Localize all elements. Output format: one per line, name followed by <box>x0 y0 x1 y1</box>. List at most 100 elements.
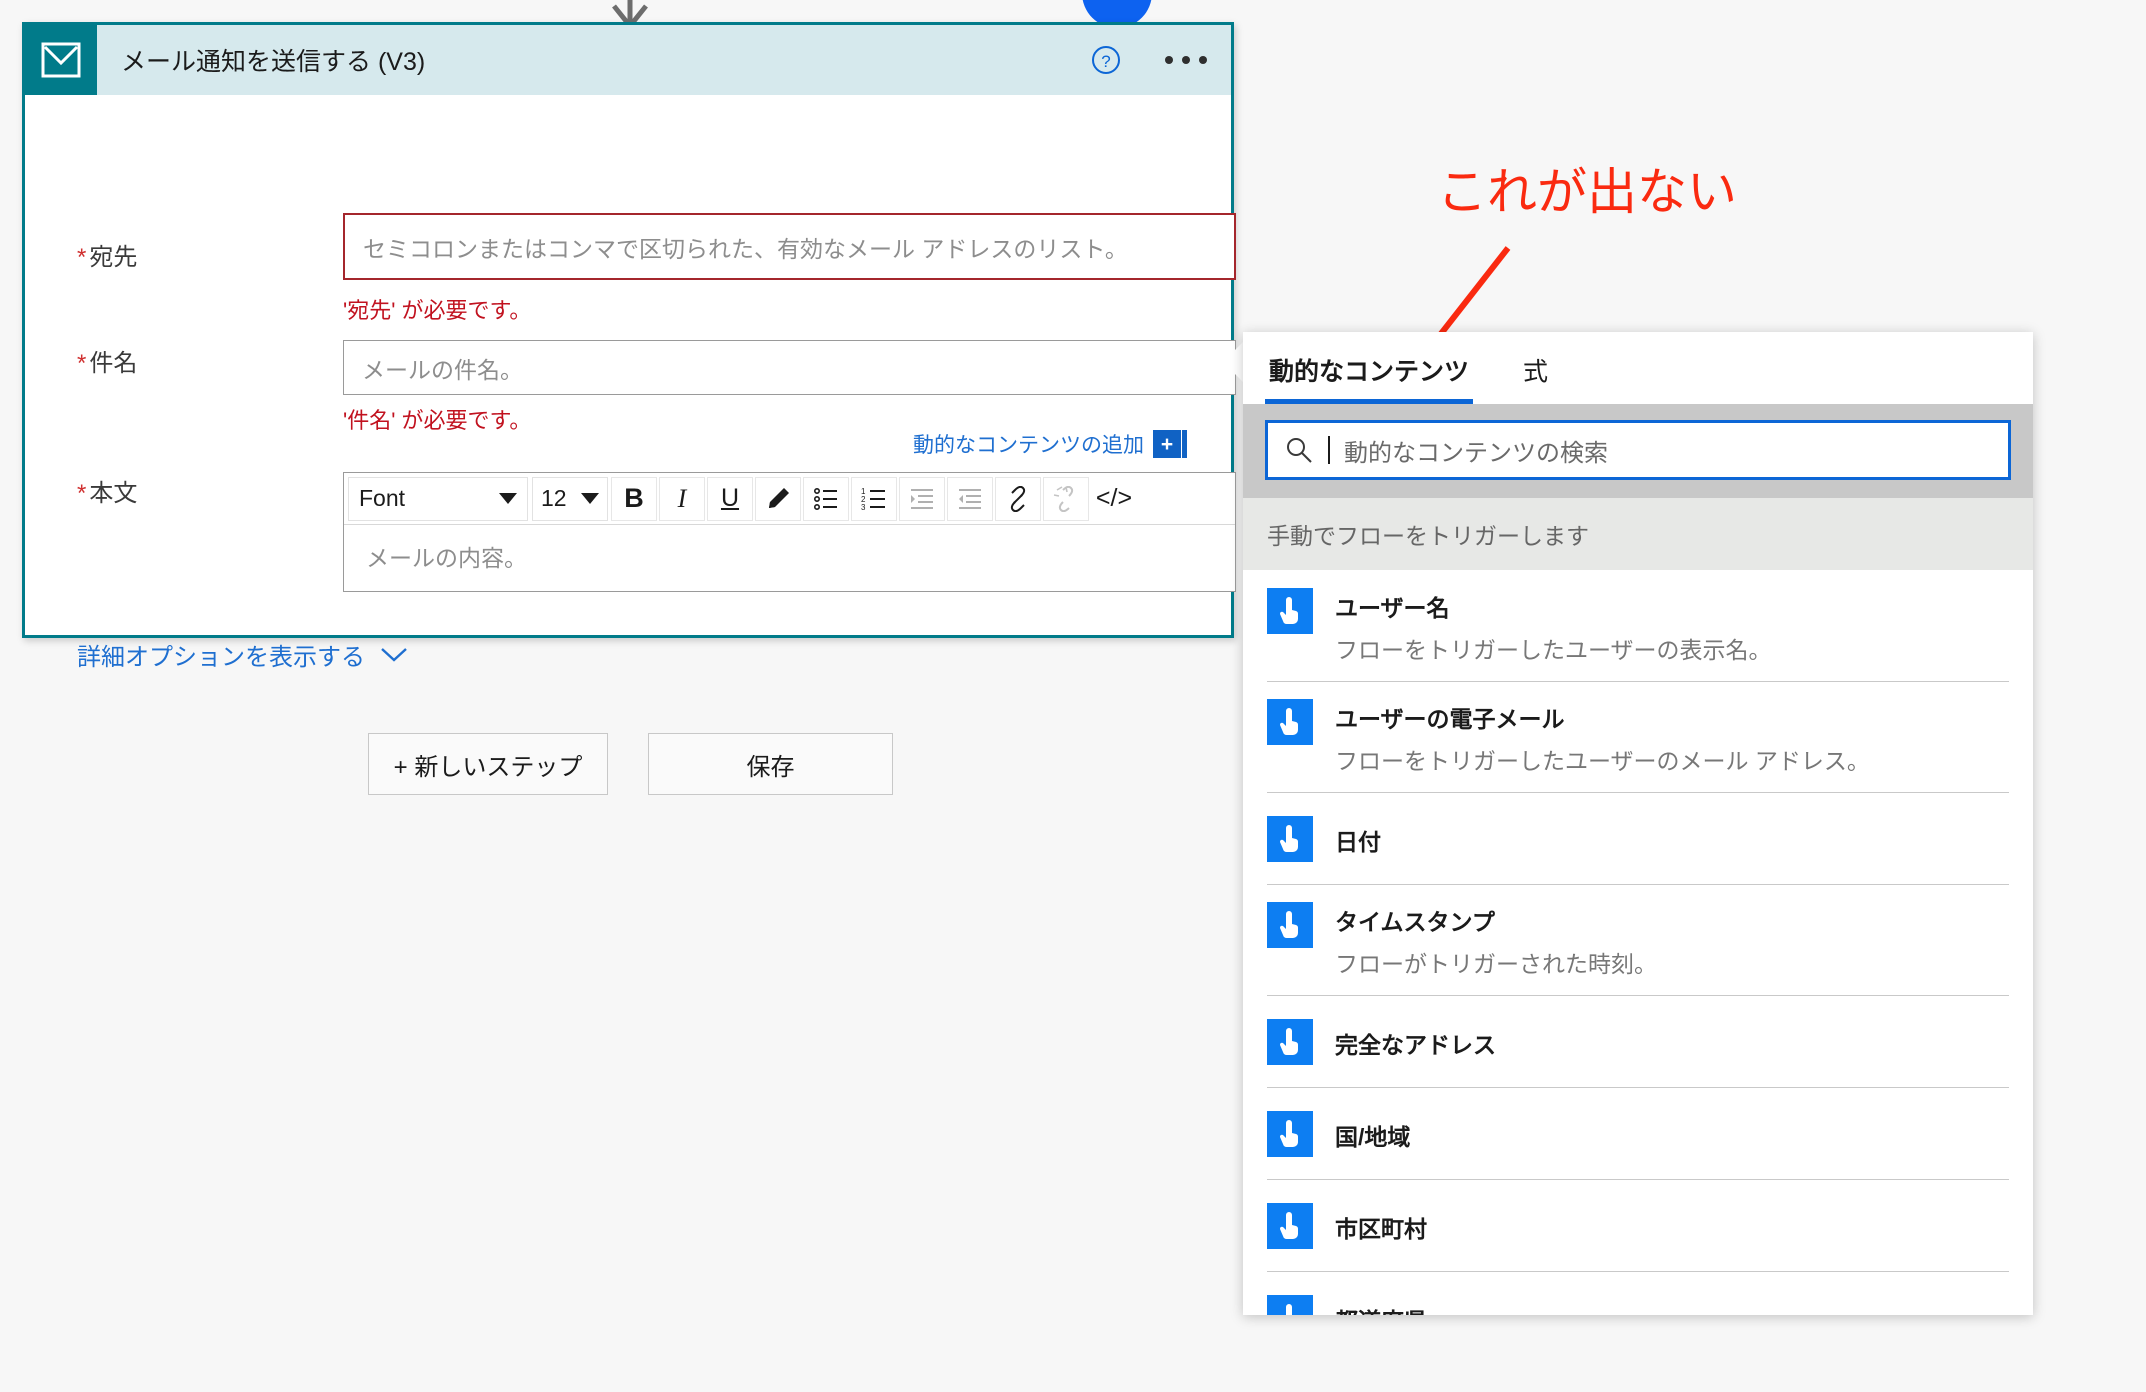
list-item-description: フローがトリガーされた時刻。 <box>1335 951 1657 977</box>
touch-trigger-icon <box>1267 1019 1313 1065</box>
list-item-text: 市区町村 <box>1335 1209 1427 1244</box>
code-view-icon[interactable]: </> <box>1091 476 1137 521</box>
touch-trigger-icon <box>1267 902 1313 948</box>
touch-trigger-icon <box>1267 1295 1313 1315</box>
screenshot-root: メール通知を送信する (V3) ? * 宛先 セミコロンまたはコンマで区切られた、… <box>0 0 2146 1392</box>
card-header-actions: ? <box>1091 25 1213 95</box>
unlink-icon <box>1043 476 1089 521</box>
send-email-action-card: メール通知を送信する (V3) ? * 宛先 セミコロンまたはコンマで区切られた、… <box>22 22 1236 671</box>
font-size-select[interactable]: 12 <box>532 476 608 521</box>
add-dynamic-content[interactable]: 動的なコンテンツの追加 + <box>913 429 1187 459</box>
flyout-group-title: 手動でフローをトリガーします <box>1267 523 1589 549</box>
link-icon[interactable] <box>995 476 1041 521</box>
dynamic-content-search-input[interactable]: 動的なコンテンツの検索 <box>1265 420 2011 480</box>
numbered-list-icon[interactable]: 1 2 3 <box>851 476 897 521</box>
subject-field-label: * 件名 <box>77 350 138 377</box>
new-step-button[interactable]: + 新しいステップ <box>368 733 608 795</box>
save-button[interactable]: 保存 <box>648 733 893 795</box>
help-circle-icon[interactable]: ? <box>1091 45 1121 75</box>
card-title: メール通知を送信する (V3) <box>121 48 426 76</box>
required-asterisk: * <box>77 244 87 271</box>
touch-trigger-icon <box>1267 816 1313 862</box>
chevron-down-icon <box>499 493 517 504</box>
flyout-callout-pointer <box>1223 340 1245 384</box>
indent-icon[interactable] <box>899 476 945 521</box>
subject-field-placeholder: メールの件名。 <box>362 356 523 383</box>
list-item-text: ユーザー名 フローをトリガーしたユーザーの表示名。 <box>1335 588 1772 665</box>
to-field-input[interactable]: セミコロンまたはコンマで区切られた、有効なメール アドレスのリスト。 <box>343 213 1236 280</box>
list-item-description: フローをトリガーしたユーザーの表示名。 <box>1335 637 1772 663</box>
list-item-description: フローをトリガーしたユーザーのメール アドレス。 <box>1335 748 1870 774</box>
to-field-placeholder: セミコロンまたはコンマで区切られた、有効なメール アドレスのリスト。 <box>363 235 1128 262</box>
subject-field-error: '件名' が必要です。 <box>343 408 532 433</box>
underline-button[interactable]: U <box>707 476 753 521</box>
list-item-title: ユーザー名 <box>1335 595 1450 621</box>
list-item[interactable]: ユーザー名 フローをトリガーしたユーザーの表示名。 <box>1243 570 2033 681</box>
list-item-text: 国/地域 <box>1335 1117 1410 1152</box>
list-item-title: ユーザーの電子メール <box>1335 706 1565 732</box>
list-item-text: 都道府県 <box>1335 1301 1427 1316</box>
required-asterisk: * <box>77 480 87 507</box>
list-item-text: タイムスタンプ フローがトリガーされた時刻。 <box>1335 902 1657 979</box>
list-item-text: 日付 <box>1335 822 1381 857</box>
tab-expression[interactable]: 式 <box>1519 352 1552 404</box>
list-item[interactable]: 都道府県 <box>1243 1271 2033 1315</box>
outdent-icon[interactable] <box>947 476 993 521</box>
list-item[interactable]: 日付 <box>1243 792 2033 884</box>
to-field-error: '宛先' が必要です。 <box>343 298 532 323</box>
search-icon <box>1287 438 1312 463</box>
chevron-down-icon <box>381 647 407 662</box>
required-asterisk: * <box>77 350 87 377</box>
list-item[interactable]: 国/地域 <box>1243 1087 2033 1179</box>
font-size-value: 12 <box>541 485 567 511</box>
svg-text:3: 3 <box>861 503 866 512</box>
chevron-down-icon <box>581 493 599 504</box>
subject-field-input[interactable]: メールの件名。 <box>343 340 1236 395</box>
touch-trigger-icon <box>1267 1203 1313 1249</box>
list-item[interactable]: 完全なアドレス <box>1243 995 2033 1087</box>
list-item-title: タイムスタンプ <box>1335 909 1495 935</box>
list-item-title: 市区町村 <box>1335 1215 1427 1242</box>
list-item-text: 完全なアドレス <box>1335 1025 1496 1060</box>
dynamic-content-list: ユーザー名 フローをトリガーしたユーザーの表示名。 ユーザーの電子メール フロー… <box>1243 570 2033 1315</box>
touch-trigger-icon <box>1267 699 1313 745</box>
dynamic-content-flyout: 動的なコンテンツ 式 動的なコンテンツの検索 手動でフローをトリガーします ユー… <box>1243 332 2033 1315</box>
list-item-title: 完全なアドレス <box>1335 1031 1496 1058</box>
flyout-search-band: 動的なコンテンツの検索 <box>1243 404 2033 498</box>
list-item-text: ユーザーの電子メール フローをトリガーしたユーザーのメール アドレス。 <box>1335 699 1870 776</box>
text-cursor <box>1328 436 1330 464</box>
new-step-button-label: + 新しいステップ <box>393 753 583 781</box>
flyout-tabs: 動的なコンテンツ 式 <box>1243 332 2033 404</box>
dynamic-content-search-placeholder: 動的なコンテンツの検索 <box>1344 439 1608 467</box>
mail-icon <box>25 25 97 95</box>
list-item[interactable]: 市区町村 <box>1243 1179 2033 1271</box>
touch-trigger-icon <box>1267 1111 1313 1157</box>
font-family-value: Font <box>359 485 406 511</box>
body-placeholder: メールの内容。 <box>366 545 527 571</box>
highlighter-icon[interactable] <box>755 476 801 521</box>
card-header: メール通知を送信する (V3) ? <box>25 25 1231 95</box>
show-advanced-options-label: 詳細オプションを表示する <box>77 644 365 671</box>
font-family-select[interactable]: Font <box>348 476 528 521</box>
italic-button[interactable]: I <box>659 476 705 521</box>
body-rich-text-editor[interactable]: Font 12 B I U 1 2 3 </> メールの内容。 <box>343 472 1236 592</box>
list-item[interactable]: ユーザーの電子メール フローをトリガーしたユーザーのメール アドレス。 <box>1243 681 2033 792</box>
card-body: * 宛先 セミコロンまたはコンマで区切られた、有効なメール アドレスのリスト。 '… <box>25 95 1236 671</box>
show-advanced-options-link[interactable]: 詳細オプションを表示する <box>77 637 409 672</box>
save-button-label: 保存 <box>746 753 795 781</box>
bold-button[interactable]: B <box>611 476 657 521</box>
tab-dynamic-content[interactable]: 動的なコンテンツ <box>1265 352 1474 404</box>
tab-dynamic-content-label: 動的なコンテンツ <box>1269 358 1470 386</box>
touch-trigger-icon <box>1267 588 1313 634</box>
annotation-text: これが出ない <box>1437 163 1737 221</box>
body-field-label: * 本文 <box>77 480 138 507</box>
list-item[interactable]: タイムスタンプ フローがトリガーされた時刻。 <box>1243 884 2033 995</box>
add-dynamic-content-label: 動的なコンテンツの追加 <box>913 434 1144 457</box>
body-editor-area[interactable]: メールの内容。 <box>344 525 1235 587</box>
list-item-title: 日付 <box>1335 828 1381 855</box>
list-item-title: 都道府県 <box>1335 1302 1427 1316</box>
ellipsis-icon[interactable] <box>1159 46 1213 74</box>
bulleted-list-icon[interactable] <box>803 476 849 521</box>
to-field-label: * 宛先 <box>77 244 138 271</box>
add-dynamic-content-plus-button[interactable]: + <box>1153 430 1187 458</box>
